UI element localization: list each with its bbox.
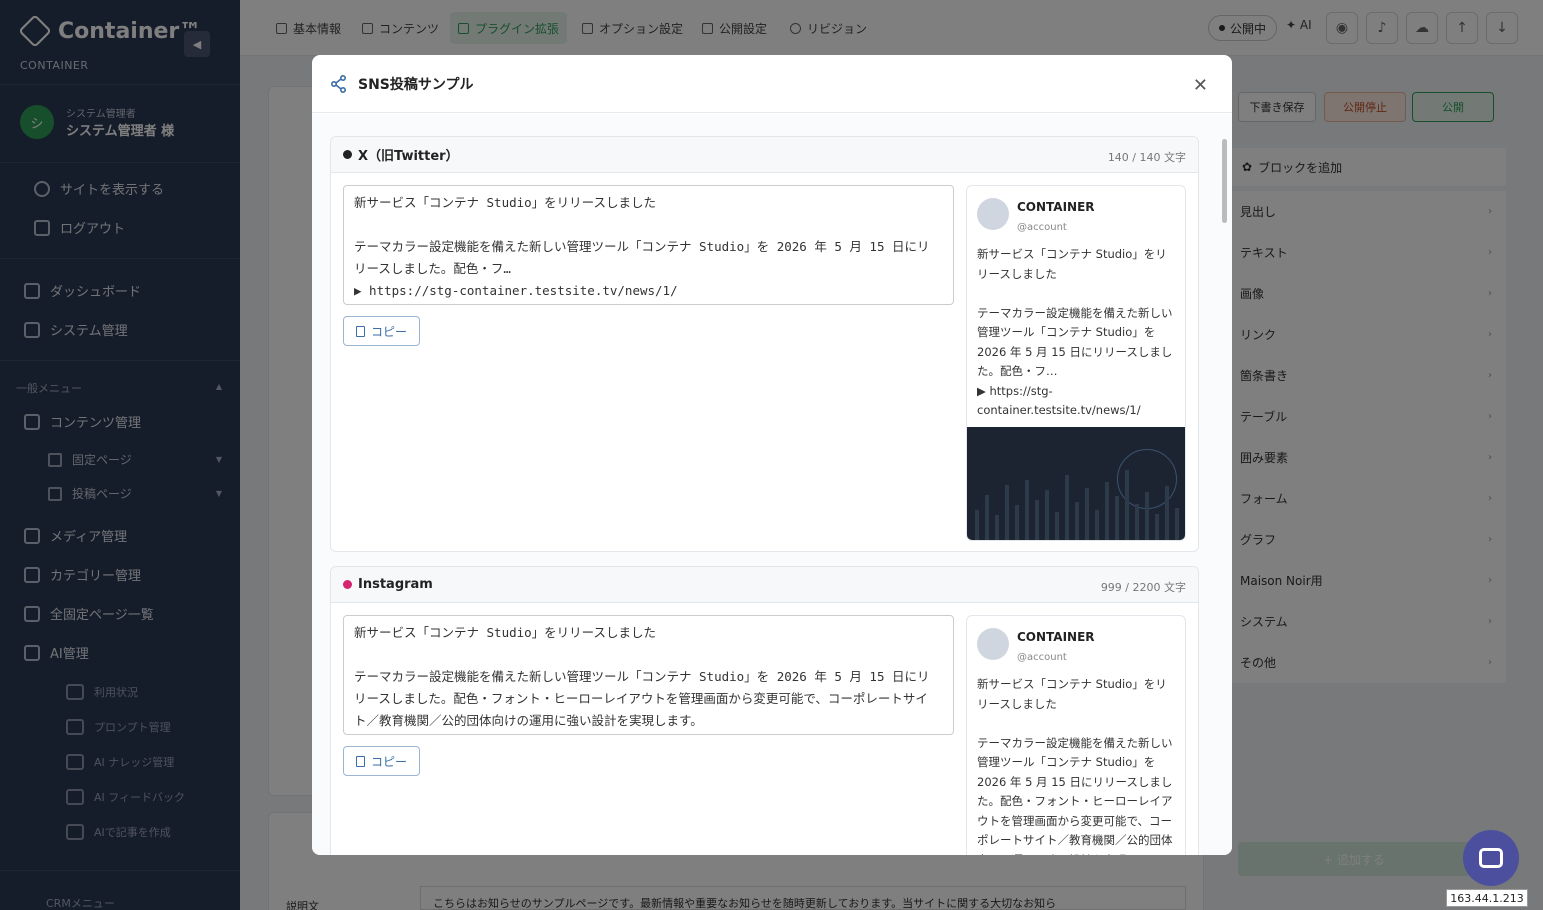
char-count: 140 / 140 文字	[1107, 151, 1186, 164]
decorative-bar	[1105, 481, 1109, 540]
decorative-bar	[1155, 513, 1159, 540]
platform-dot-icon	[343, 150, 352, 159]
char-count: 999 / 2200 文字	[1100, 581, 1186, 594]
decorative-bar	[1025, 479, 1029, 540]
decorative-bar	[1035, 499, 1039, 540]
decorative-bar	[1065, 474, 1069, 540]
post-preview: CONTAINER @account 新サービス「コンテナ Studio」をリリー…	[966, 615, 1186, 855]
decorative-bar	[1125, 469, 1129, 540]
copy-label: コピー	[370, 754, 407, 769]
decorative-bar	[1005, 484, 1009, 540]
decorative-bar	[1175, 507, 1179, 540]
decorative-bar	[1055, 511, 1059, 540]
platform-name: X（旧Twitter）	[358, 149, 459, 164]
chatbot-icon[interactable]	[1463, 830, 1519, 886]
decorative-bar	[1045, 489, 1049, 540]
copy-label: コピー	[370, 324, 407, 339]
decorative-bar	[995, 514, 999, 540]
copy-button[interactable]: コピー	[343, 746, 420, 776]
copy-button[interactable]: コピー	[343, 316, 420, 346]
decorative-bar	[975, 509, 979, 540]
decorative-bar	[1085, 487, 1089, 540]
avatar	[977, 628, 1009, 660]
ip-address-label: 163.44.1.213	[1446, 889, 1528, 907]
copy-icon	[355, 325, 365, 337]
decorative-bar	[985, 494, 989, 540]
preview-image	[967, 426, 1185, 540]
post-textarea[interactable]: 新サービス「コンテナ Studio」をリリースしました テーマカラー設定機能を備…	[343, 185, 954, 305]
sns-card-x: X（旧Twitter） 140 / 140 文字 新サービス「コンテナ Stud…	[330, 136, 1199, 552]
post-preview: CONTAINER @account 新サービス「コンテナ Studio」をリリー…	[966, 185, 1186, 541]
sns-card-header: X（旧Twitter）	[331, 137, 1198, 173]
share-icon	[330, 74, 346, 93]
modal-title: SNS投稿サンプル	[358, 76, 474, 93]
platform-name: Instagram	[358, 577, 433, 592]
modal-body[interactable]: X（旧Twitter） 140 / 140 文字 新サービス「コンテナ Stud…	[312, 114, 1232, 855]
robot-face-icon	[1479, 848, 1503, 868]
decorative-bar	[1135, 503, 1139, 540]
preview-name: CONTAINER	[1017, 200, 1095, 214]
avatar	[977, 198, 1009, 230]
preview-account: @account	[1017, 652, 1067, 663]
decorative-bar	[1145, 491, 1149, 540]
decorative-bar	[1115, 495, 1119, 540]
decorative-bar	[1095, 509, 1099, 540]
preview-text: 新サービス「コンテナ Studio」をリリースしました テーマカラー設定機能を備…	[977, 247, 1173, 417]
modal-scrollbar[interactable]	[1222, 139, 1227, 223]
decorative-bar	[1165, 485, 1169, 540]
platform-dot-icon	[343, 580, 352, 589]
preview-text: 新サービス「コンテナ Studio」をリリースしました テーマカラー設定機能を備…	[977, 677, 1173, 855]
sns-sample-modal: SNS投稿サンプル ✕ X（旧Twitter） 140 / 140 文字 新サー…	[312, 55, 1232, 855]
copy-icon	[355, 755, 365, 767]
modal-header: SNS投稿サンプル	[312, 55, 1232, 113]
close-icon[interactable]: ✕	[1193, 75, 1208, 96]
post-textarea[interactable]: 新サービス「コンテナ Studio」をリリースしました テーマカラー設定機能を備…	[343, 615, 954, 735]
preview-account: @account	[1017, 222, 1067, 233]
preview-name: CONTAINER	[1017, 630, 1095, 644]
sns-card-header: Instagram	[331, 567, 1198, 603]
decorative-bar	[1015, 504, 1019, 540]
decorative-bar	[1075, 501, 1079, 540]
sns-card-instagram: Instagram 999 / 2200 文字 新サービス「コンテナ Studi…	[330, 566, 1199, 855]
